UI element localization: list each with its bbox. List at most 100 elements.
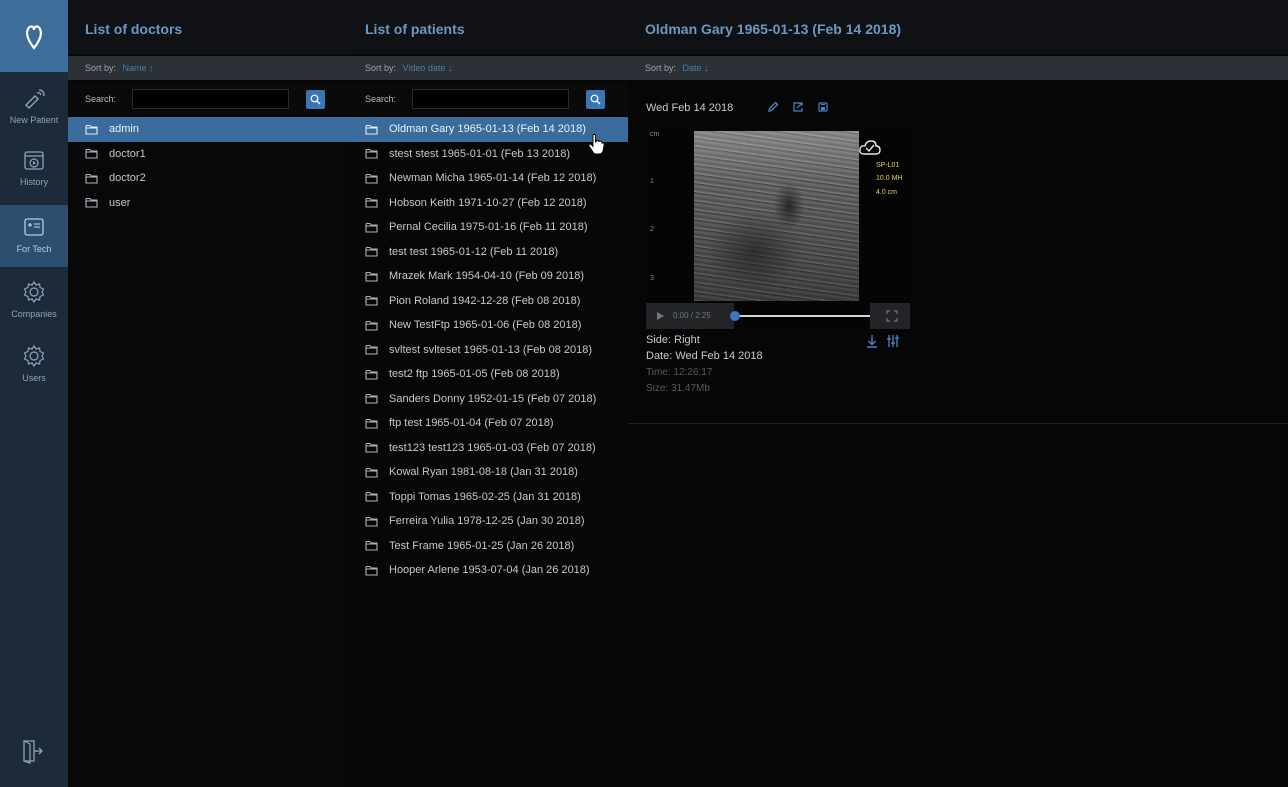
patient-row-label: Kowal Ryan 1981-08-18 (Jan 31 2018) [389, 466, 578, 479]
folder-icon [365, 124, 378, 135]
patient-row[interactable]: test2 ftp 1965-01-05 (Feb 08 2018) [348, 362, 628, 387]
patients-search-row: Search: [348, 84, 628, 114]
patient-row[interactable]: Ferreira Yulia 1978-12-25 (Jan 30 2018) [348, 509, 628, 534]
patients-search-button[interactable] [586, 90, 605, 109]
patient-row[interactable]: Hobson Keith 1971-10-27 (Feb 12 2018) [348, 191, 628, 216]
patient-row[interactable]: Oldman Gary 1965-01-13 (Feb 14 2018) [348, 117, 628, 142]
patient-row[interactable]: svltest svlteset 1965-01-13 (Feb 08 2018… [348, 338, 628, 363]
folder-icon [365, 296, 378, 306]
patients-sort-value[interactable]: Video date ↓ [403, 63, 453, 73]
doctors-list: admin doctor1 doctor2 user [68, 117, 348, 215]
patient-row[interactable]: Sanders Donny 1952-01-15 (Feb 07 2018) [348, 387, 628, 412]
nav-users[interactable]: Users [0, 334, 68, 396]
doctors-sort-value[interactable]: Name ↑ [123, 63, 154, 73]
doctors-search-button[interactable] [306, 90, 325, 109]
patient-row[interactable]: Newman Micha 1965-01-14 (Feb 12 2018) [348, 166, 628, 191]
folder-icon [365, 492, 378, 502]
patient-row[interactable]: Mrazek Mark 1954-04-10 (Feb 09 2018) [348, 264, 628, 289]
patient-row[interactable]: Pernal Cecilia 1975-01-16 (Feb 11 2018) [348, 215, 628, 240]
folder-icon [365, 247, 378, 257]
exam-side: Side: Right [646, 334, 700, 346]
doctors-sort-prefix: Sort by: [85, 63, 117, 73]
gear-icon [23, 344, 45, 368]
patients-search-input[interactable] [412, 89, 569, 109]
nav-for-tech[interactable]: For Tech [0, 205, 68, 267]
patient-row-label: stest stest 1965-01-01 (Feb 13 2018) [389, 147, 570, 160]
folder-icon [365, 394, 378, 404]
detail-sort-prefix: Sort by: [645, 63, 677, 73]
patient-row[interactable]: test test 1965-01-12 (Feb 11 2018) [348, 240, 628, 265]
tech-list-icon [24, 218, 44, 236]
folder-icon [85, 173, 98, 184]
gear-icon [23, 280, 45, 304]
patient-row[interactable]: Hooper Arlene 1953-07-04 (Jan 26 2018) [348, 558, 628, 583]
doctor-row[interactable]: admin [68, 117, 348, 142]
edit-pencil-icon[interactable] [766, 100, 780, 114]
patients-header: List of patients [348, 0, 628, 54]
nav-history-label: History [19, 177, 48, 187]
folder-icon [365, 418, 378, 429]
doctor-row-label: user [109, 196, 131, 209]
export-icon[interactable] [791, 100, 805, 114]
depth-tick: 1 [650, 178, 654, 185]
nav-companies[interactable]: Companies [0, 270, 68, 332]
depth-tick: 3 [650, 275, 654, 282]
doctors-header: List of doctors [68, 0, 348, 54]
nav-users-label: Users [22, 373, 46, 383]
patient-row[interactable]: ftp test 1965-01-04 (Feb 07 2018) [348, 411, 628, 436]
doctors-title: List of doctors [85, 21, 183, 37]
ultrasound-video-player[interactable]: cm 1 2 3 SP-L01 10.0 MH 4.0 cm 0:00 / 2:… [646, 131, 910, 329]
video-seek-bar[interactable] [734, 315, 870, 317]
doctor-row[interactable]: user [68, 191, 348, 216]
patient-row[interactable]: Test Frame 1965-01-25 (Jan 26 2018) [348, 534, 628, 559]
fullscreen-icon[interactable] [886, 310, 898, 322]
patient-row-label: Newman Micha 1965-01-14 (Feb 12 2018) [389, 172, 597, 185]
detail-divider [628, 423, 1288, 424]
nav-new-patient[interactable]: New Patient [0, 76, 68, 138]
app-logo[interactable] [0, 0, 68, 72]
folder-icon [365, 222, 378, 233]
patient-row-label: Pion Roland 1942-12-28 (Feb 08 2018) [389, 294, 581, 307]
doctors-search-row: Search: [68, 84, 348, 114]
doctors-search-input[interactable] [132, 89, 289, 109]
patient-row[interactable]: New TestFtp 1965-01-06 (Feb 08 2018) [348, 313, 628, 338]
logout-button[interactable] [20, 738, 44, 769]
detail-sort-bar: Sort by: Date ↓ [628, 56, 1288, 80]
patient-row-label: svltest svlteset 1965-01-13 (Feb 08 2018… [389, 343, 593, 356]
patient-row[interactable]: Kowal Ryan 1981-08-18 (Jan 31 2018) [348, 460, 628, 485]
cloud-check-icon [859, 140, 881, 155]
folder-icon [365, 198, 378, 208]
patient-row[interactable]: stest stest 1965-01-01 (Feb 13 2018) [348, 142, 628, 167]
detail-sort-value[interactable]: Date ↓ [683, 63, 709, 73]
patient-row[interactable]: Toppi Tomas 1965-02-25 (Jan 31 2018) [348, 485, 628, 510]
folder-icon [365, 369, 378, 380]
doctor-row[interactable]: doctor2 [68, 166, 348, 191]
depth-unit-label: cm [650, 131, 660, 138]
folder-icon [365, 541, 378, 551]
video-seek-handle[interactable] [730, 311, 740, 321]
play-icon[interactable] [655, 311, 665, 321]
adjust-sliders-icon[interactable] [886, 334, 900, 348]
probe-frequency: 10.0 MH [876, 175, 903, 182]
save-disk-icon[interactable] [816, 100, 830, 114]
exam-time: Time: 12:26:17 [646, 367, 713, 378]
patient-row[interactable]: test123 test123 1965-01-03 (Feb 07 2018) [348, 436, 628, 461]
download-icon[interactable] [866, 334, 878, 348]
ultrasound-frame [694, 131, 859, 301]
depth-tick: 2 [650, 226, 654, 233]
folder-icon [85, 149, 98, 159]
video-controls: 0:00 / 2:25 [646, 303, 910, 329]
exam-size: Size: 31.47Mb [646, 383, 710, 394]
doctor-row-label: admin [109, 123, 139, 136]
folder-icon [365, 467, 378, 478]
nav-history[interactable]: History [0, 138, 68, 200]
logout-icon [23, 740, 43, 764]
doctors-panel: List of doctors Sort by: Name ↑ Search: … [68, 0, 348, 787]
folder-icon [365, 565, 378, 576]
patient-row-label: Hooper Arlene 1953-07-04 (Jan 26 2018) [389, 564, 590, 577]
patient-row[interactable]: Pion Roland 1942-12-28 (Feb 08 2018) [348, 289, 628, 314]
doctor-row[interactable]: doctor1 [68, 142, 348, 167]
patient-row-label: Test Frame 1965-01-25 (Jan 26 2018) [389, 539, 575, 552]
doctors-search-label: Search: [85, 94, 117, 104]
doctor-row-label: doctor1 [109, 147, 146, 160]
